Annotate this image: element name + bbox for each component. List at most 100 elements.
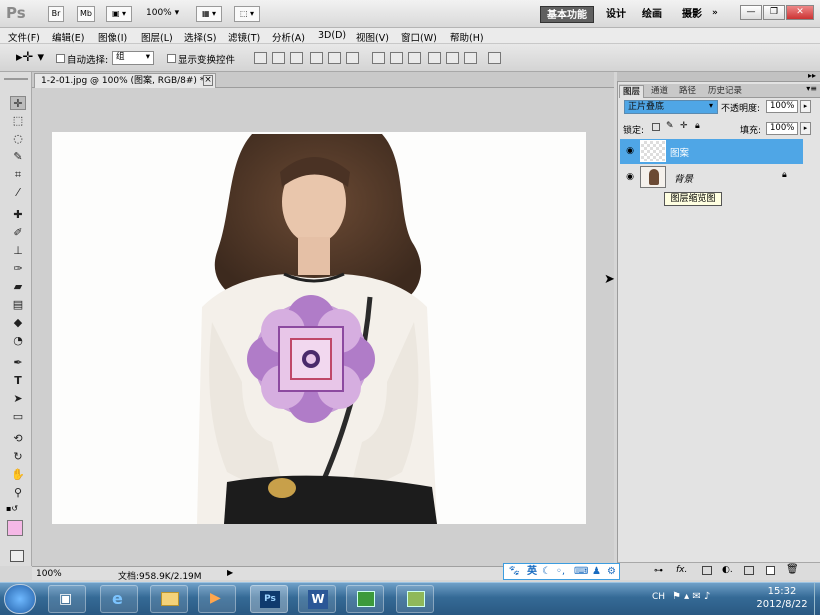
lock-all-icon[interactable]: 🔒︎: [695, 121, 700, 131]
align-vcenter-icon[interactable]: [272, 52, 285, 64]
fx-icon[interactable]: fx.: [676, 565, 687, 575]
visibility-eye-icon[interactable]: ◉: [624, 145, 636, 157]
zoom-tool-icon[interactable]: ⚲: [10, 486, 26, 500]
taskbar-media-player[interactable]: ▶: [198, 585, 236, 613]
document-tab-close-button[interactable]: ×: [203, 75, 213, 86]
lock-position-icon[interactable]: ✛: [680, 121, 688, 131]
tray-icons[interactable]: ⚑ ▴ ✉ ♪: [672, 591, 710, 602]
toolbox-grip[interactable]: [4, 78, 28, 80]
arrange-documents-button[interactable]: ▦ ▾: [196, 6, 222, 22]
adjustment-icon[interactable]: ◐.: [722, 565, 733, 575]
close-button[interactable]: ✕: [786, 5, 814, 20]
gradient-tool-icon[interactable]: ▤: [10, 298, 26, 312]
mask-icon[interactable]: [702, 566, 712, 575]
pen-tool-icon[interactable]: ✒: [10, 356, 26, 370]
zoom-level-select[interactable]: 100% ▾: [146, 8, 179, 18]
align-right-icon[interactable]: [346, 52, 359, 64]
align-left-icon[interactable]: [310, 52, 323, 64]
lasso-tool-icon[interactable]: ◌: [10, 132, 26, 146]
blur-tool-icon[interactable]: ◆: [10, 316, 26, 330]
align-bottom-icon[interactable]: [290, 52, 303, 64]
document-canvas[interactable]: [52, 132, 586, 524]
opacity-slider-arrow-icon[interactable]: ▸: [800, 100, 811, 113]
taskbar-media-center[interactable]: ▣: [48, 585, 86, 613]
history-brush-tool-icon[interactable]: ✑: [10, 262, 26, 276]
taskbar-word[interactable]: W: [298, 585, 336, 613]
menu-analysis[interactable]: 分析(A): [272, 30, 305, 44]
ime-user-icon[interactable]: ♟: [592, 564, 601, 579]
ime-moon-icon[interactable]: ☾: [542, 564, 551, 579]
type-tool-icon[interactable]: T: [10, 374, 26, 388]
distribute-top-icon[interactable]: [372, 52, 385, 64]
brush-tool-icon[interactable]: ✐: [10, 226, 26, 240]
layer-thumbnail[interactable]: [640, 166, 666, 188]
layer-name[interactable]: 图案: [670, 145, 689, 159]
ime-toolbar[interactable]: 🐾︎ 英 ☾ ◦, ⌨ ♟ ⚙: [503, 563, 620, 580]
lock-pixels-icon[interactable]: ✎: [666, 121, 674, 131]
view-extras-button[interactable]: ▣ ▾: [106, 6, 132, 22]
trash-icon[interactable]: 🗑︎: [786, 564, 799, 575]
foreground-color-swatch[interactable]: [7, 520, 23, 536]
tab-history[interactable]: 历史记录: [705, 85, 745, 98]
opacity-input[interactable]: 100%: [766, 100, 798, 113]
marquee-tool-icon[interactable]: ⬚: [10, 114, 26, 128]
bridge-button[interactable]: Br: [48, 6, 64, 22]
eraser-tool-icon[interactable]: ▰: [10, 280, 26, 294]
align-hcenter-icon[interactable]: [328, 52, 341, 64]
taskbar-app-green[interactable]: [346, 585, 384, 613]
default-colors-icon[interactable]: ▪↺: [6, 504, 18, 513]
collapse-panel-icon[interactable]: ▸▸: [808, 71, 816, 80]
align-top-icon[interactable]: [254, 52, 267, 64]
document-tab[interactable]: 1-2-01.jpg @ 100% (图案, RGB/8#) * ×: [34, 73, 216, 88]
menu-help[interactable]: 帮助(H): [450, 30, 484, 44]
workspace-painting[interactable]: 绘画: [636, 6, 668, 23]
clone-stamp-tool-icon[interactable]: ⊥: [10, 244, 26, 258]
minimize-button[interactable]: —: [740, 5, 762, 20]
more-workspaces-icon[interactable]: »: [712, 8, 718, 18]
move-tool-preset-icon[interactable]: ▸✛ ▾: [16, 50, 44, 65]
fill-slider-arrow-icon[interactable]: ▸: [800, 122, 811, 135]
taskbar-file-explorer[interactable]: [150, 585, 188, 613]
status-menu-arrow-icon[interactable]: ▶: [227, 568, 233, 577]
3d-rotate-tool-icon[interactable]: ⟲: [10, 432, 26, 446]
quick-select-tool-icon[interactable]: ✎: [10, 150, 26, 164]
menu-edit[interactable]: 编辑(E): [52, 30, 84, 44]
auto-select-checkbox[interactable]: [56, 54, 65, 63]
panel-menu-icon[interactable]: ▾≡: [806, 84, 817, 93]
restore-button[interactable]: ❐: [763, 5, 785, 20]
shape-tool-icon[interactable]: ▭: [10, 410, 26, 424]
menu-view[interactable]: 视图(V): [356, 30, 389, 44]
menu-filter[interactable]: 滤镜(T): [228, 30, 260, 44]
show-desktop-button[interactable]: [814, 583, 820, 615]
layer-name[interactable]: 背景: [674, 171, 693, 185]
ime-punct-icon[interactable]: ◦,: [556, 564, 565, 579]
start-button[interactable]: [4, 584, 36, 614]
tab-channels[interactable]: 通道: [648, 85, 671, 98]
visibility-eye-icon[interactable]: ◉: [624, 171, 636, 183]
distribute-right-icon[interactable]: [464, 52, 477, 64]
blend-dropdown-arrow-icon[interactable]: ▾: [709, 101, 713, 110]
auto-select-dropdown[interactable]: 组 ▾: [112, 51, 154, 65]
eyedropper-tool-icon[interactable]: ⁄: [10, 186, 26, 200]
dodge-tool-icon[interactable]: ◔: [10, 334, 26, 348]
transform-controls-checkbox[interactable]: [167, 54, 176, 63]
mini-bridge-button[interactable]: Mb: [77, 6, 95, 22]
fill-input[interactable]: 100%: [766, 122, 798, 135]
move-tool-icon[interactable]: ✛: [10, 96, 26, 110]
taskbar-app-folder[interactable]: [396, 585, 434, 613]
healing-brush-tool-icon[interactable]: ✚: [10, 208, 26, 222]
ime-settings-icon[interactable]: ⚙: [607, 564, 616, 579]
layer-thumbnail[interactable]: [640, 140, 666, 162]
blend-mode-dropdown[interactable]: 正片叠底: [624, 100, 718, 114]
ime-keyboard-icon[interactable]: ⌨: [574, 564, 588, 579]
quick-mask-icon[interactable]: [10, 550, 24, 562]
screen-mode-button[interactable]: ⬚ ▾: [234, 6, 260, 22]
distribute-bottom-icon[interactable]: [408, 52, 421, 64]
crop-tool-icon[interactable]: ⌗: [10, 168, 26, 182]
workspace-design[interactable]: 设计: [600, 6, 632, 23]
new-layer-icon[interactable]: [766, 566, 775, 575]
workspace-photography[interactable]: 摄影: [676, 6, 708, 23]
taskbar-clock[interactable]: 15:32 2012/8/22: [752, 585, 812, 611]
tab-layers[interactable]: 图层: [619, 85, 645, 98]
menu-3d[interactable]: 3D(D): [318, 30, 346, 41]
